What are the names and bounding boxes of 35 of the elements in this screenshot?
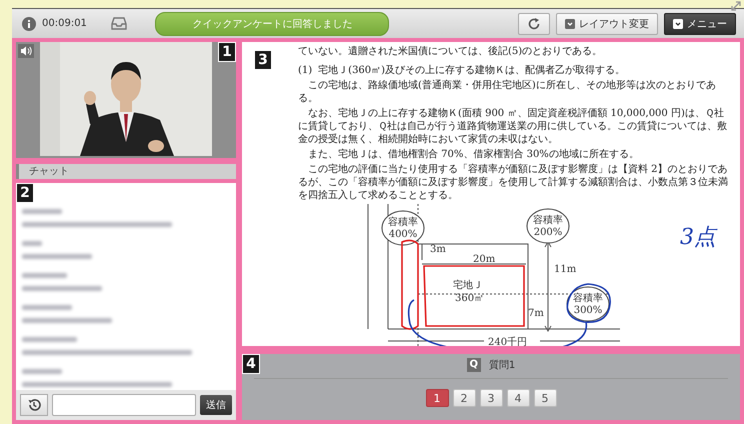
document-paragraph: また、宅地Ｊは、借地権割合 70%、借家権割合 30%の地域に所在する。 <box>307 148 640 161</box>
dimension-label: 11m <box>554 264 576 275</box>
document-paragraph: 宅地Ｊ(360㎡)及びその上に存する建物Ｋは、配偶者乙が取得する。 <box>318 64 626 77</box>
send-button[interactable]: 送信 <box>200 395 232 415</box>
document-paragraph: この宅地は、路線価地域(普通商業・併用住宅地区)に所在し、その地形等は次のとおりである。 <box>298 79 717 105</box>
elapsed-time: 00:09:01 <box>42 18 87 29</box>
handwritten-note: 3点 <box>680 224 716 252</box>
panel-number: 1 <box>218 42 236 62</box>
chat-header: チャット <box>16 164 236 179</box>
document-paragraph: この宅地の評価に当たり使用する「容積率が価額に及ぼす影響度」は【資料 2】のとおりであるが、この「容積率が価額に及ぼす影響度」を使用して計算する減額割合は、小数点第３位未満を四捨五入して求めることとする。 <box>298 163 729 202</box>
item-number: (1) <box>298 64 312 77</box>
document-paragraph: なお、宅地Ｊの上に存する建物Ｋ(面積 900 ㎡、固定資産税評価額 10,000,000 円)は、Ｑ社に賃貸しており、Ｑ社は自己が行う道路貨物運送業の用に供している。この賃貸については、敷金の授受は無く、相続開始時において家賃の未収はない。 <box>298 107 728 146</box>
page-button[interactable]: 2 <box>452 389 476 407</box>
notice-banner: クイックアンケートに回答しました <box>155 12 390 36</box>
zone-ratio-label: 容積率 200% <box>526 208 570 244</box>
question-title: 質問1 <box>488 358 516 372</box>
panel-number: 4 <box>242 354 260 374</box>
layout-change-button[interactable]: レイアウト変更 <box>556 12 658 34</box>
page-button[interactable]: 5 <box>534 389 556 407</box>
panel-number: 2 <box>16 183 34 203</box>
dimension-label: 20m <box>473 254 496 265</box>
document-paragraph: ていない。遺贈された米国債については、後記(5)のとおりである。 <box>298 45 604 58</box>
lot-area: 360㎡ <box>455 293 484 304</box>
panel-number: 3 <box>254 50 272 70</box>
lot-label: 宅地Ｊ <box>453 280 483 291</box>
dimension-label: 7m <box>528 308 544 319</box>
page-button[interactable]: 4 <box>506 389 530 407</box>
dimension-label: 3m <box>430 244 446 255</box>
zone-ratio-label: 容積率 400% <box>382 210 424 246</box>
question-icon: Q <box>466 358 481 372</box>
page-button[interactable]: 3 <box>480 389 502 407</box>
page-button[interactable]: 1 <box>426 389 448 407</box>
menu-button[interactable]: メニュー <box>664 12 736 34</box>
zone-ratio-label: 容積率 300% <box>566 286 610 322</box>
road-price-label: 240千円 <box>488 337 528 346</box>
